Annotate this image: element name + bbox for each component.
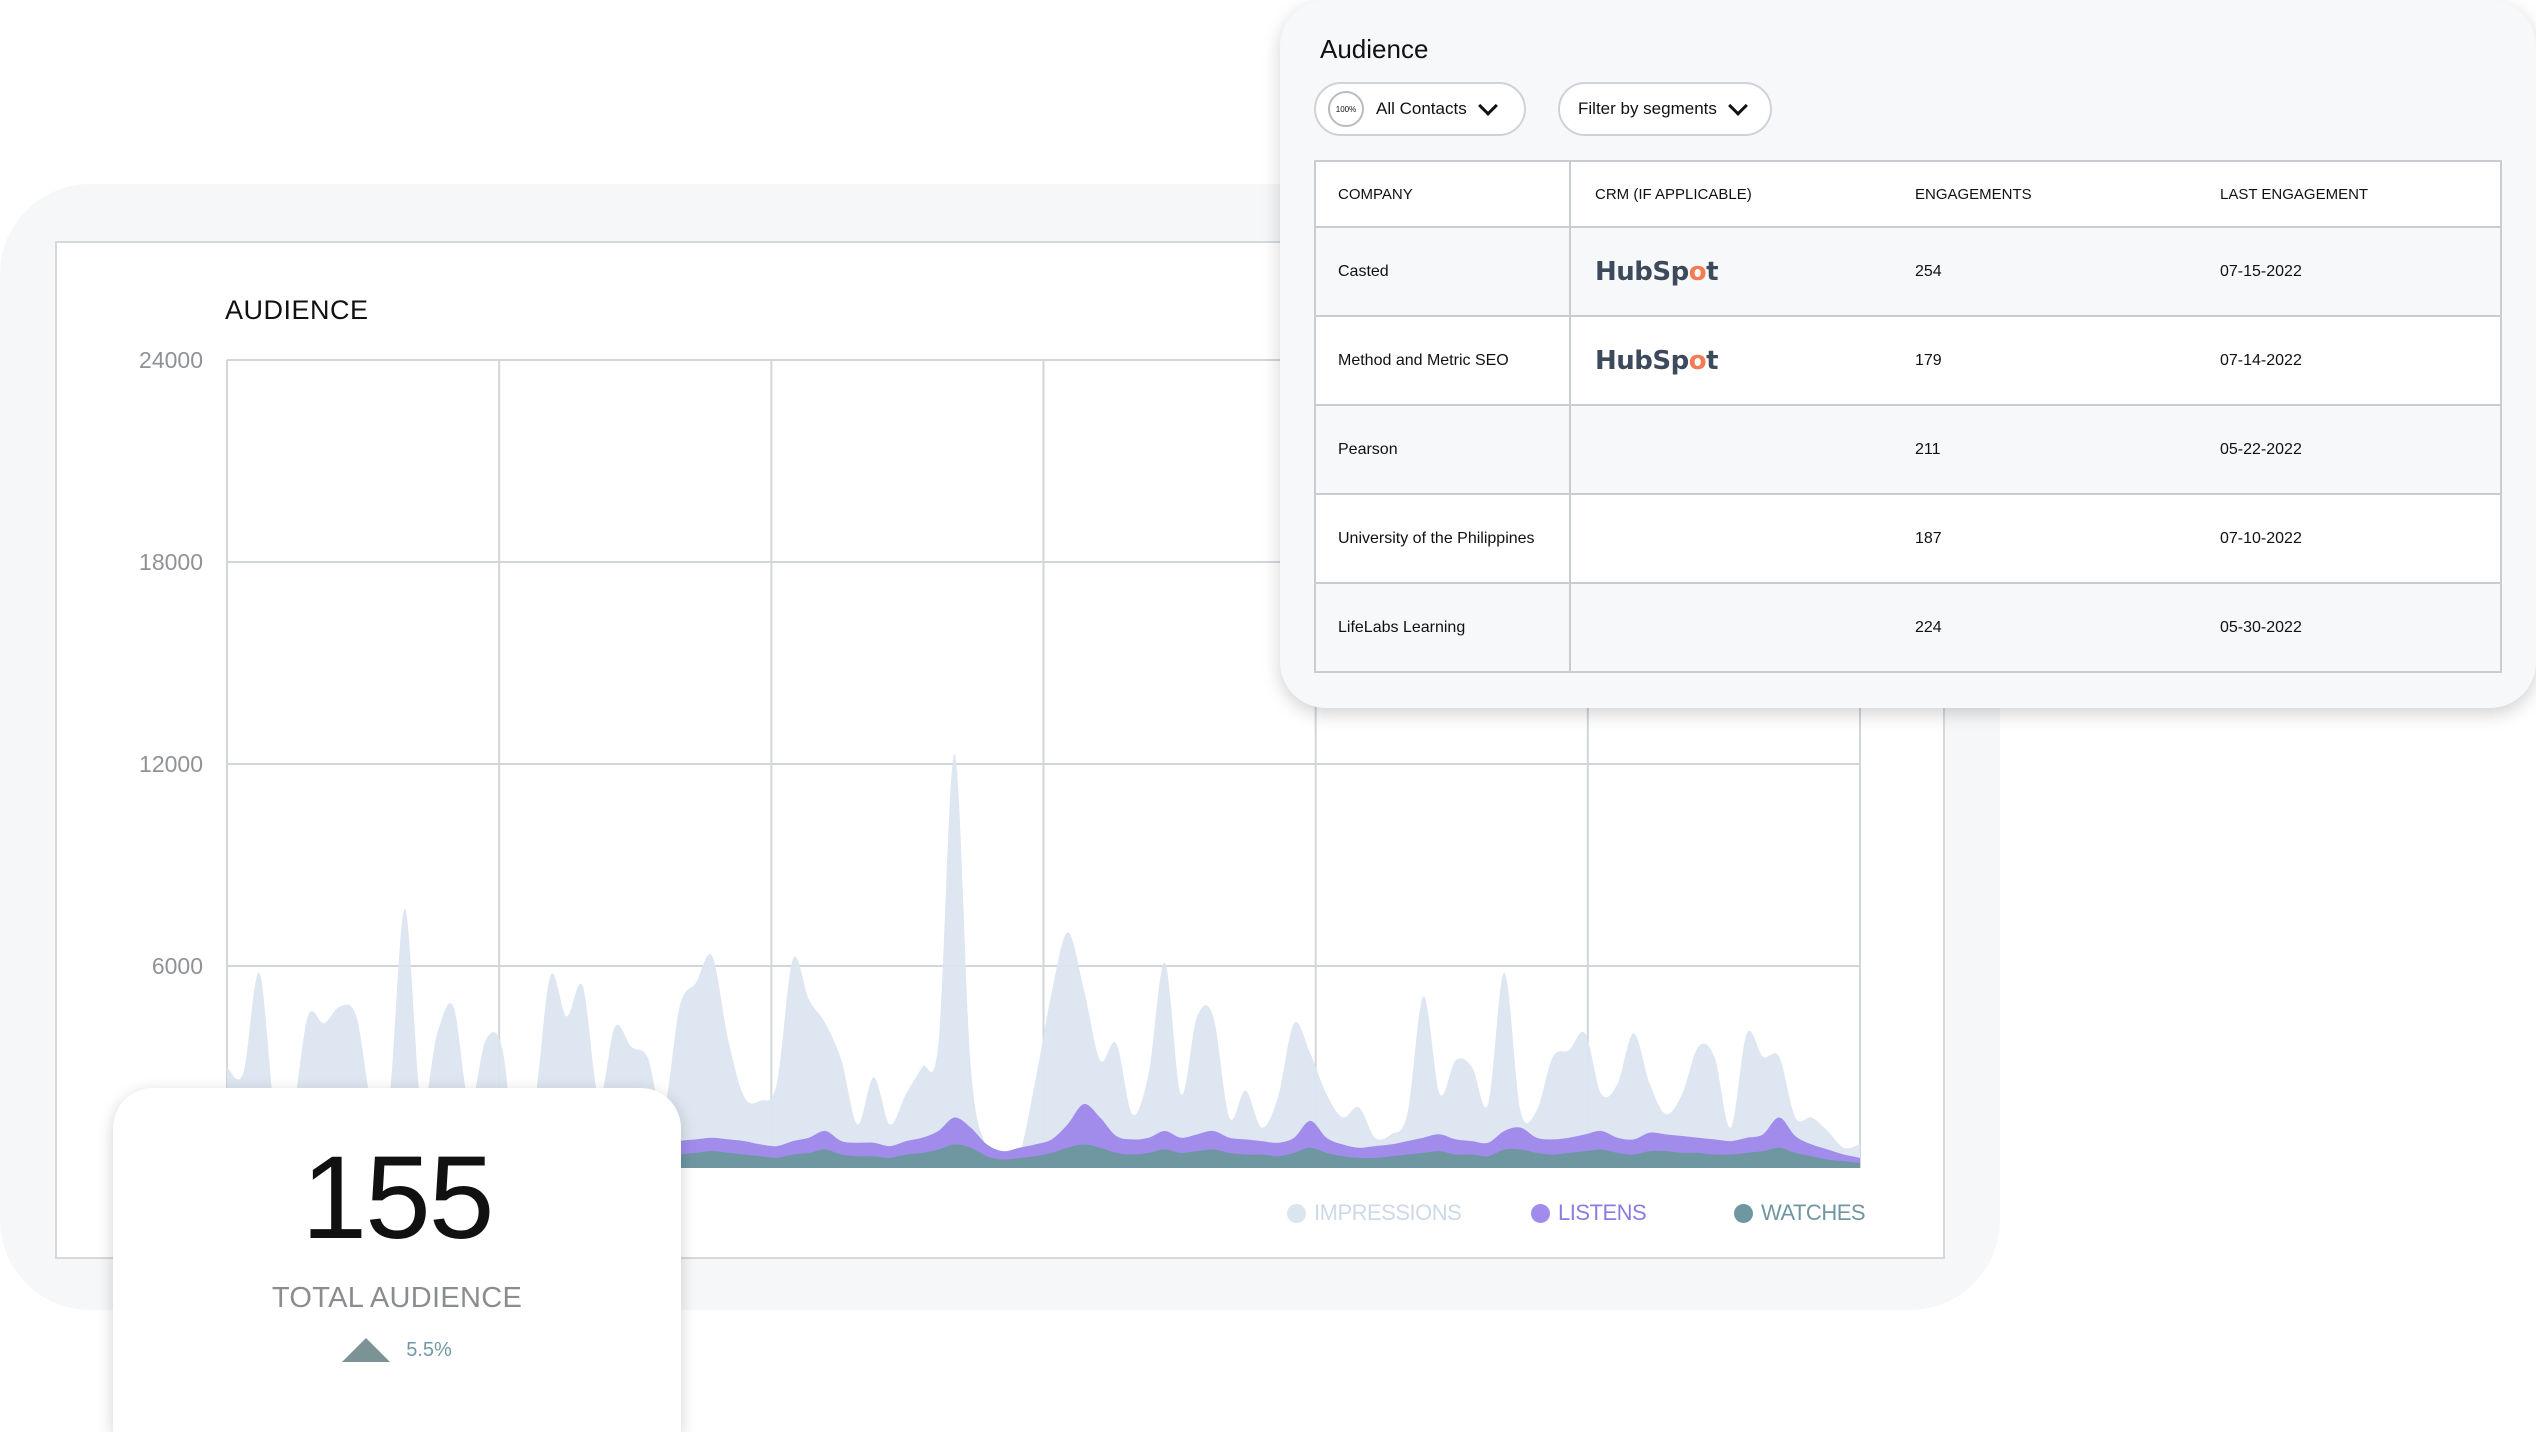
column-header-engagements[interactable]: ENGAGEMENTS [1915, 160, 2220, 228]
legend-swatch [1287, 1203, 1306, 1223]
filter-segments-dropdown[interactable]: Filter by segments [1558, 82, 1772, 136]
audience-table-card: Audience 100% All Contacts Filter by seg… [1280, 0, 2536, 708]
all-contacts-dropdown[interactable]: 100% All Contacts [1314, 82, 1526, 136]
last-engagement-cell: 07-15-2022 [2220, 226, 2502, 317]
legend-swatch [1531, 1203, 1550, 1223]
triangle-up-icon [342, 1338, 391, 1362]
company-cell: Casted [1314, 226, 1570, 317]
table-row[interactable]: LifeLabs Learning 224 05-30-2022 [1314, 582, 2502, 673]
contacts-percent-badge: 100% [1328, 91, 1364, 127]
legend-item-impressions[interactable]: IMPRESSIONS [1287, 1200, 1531, 1226]
legend-label: LISTENS [1558, 1200, 1647, 1225]
audience-change: 5.5% [113, 1338, 681, 1362]
filter-segments-label: Filter by segments [1578, 99, 1717, 118]
company-cell: Pearson [1314, 404, 1570, 495]
table-card-title: Audience [1320, 34, 1429, 64]
engagements-cell: 211 [1915, 404, 2220, 495]
audience-table: COMPANY CRM (IF APPLICABLE) ENGAGEMENTS … [1314, 160, 2502, 673]
crm-cell: HubSpot [1569, 315, 1915, 406]
total-audience-card: 155 TOTAL AUDIENCE 5.5% [113, 1088, 681, 1432]
hubspot-logo: HubSpot [1595, 256, 1719, 287]
table-header-row: COMPANY CRM (IF APPLICABLE) ENGAGEMENTS … [1314, 160, 2502, 228]
last-engagement-cell: 07-10-2022 [2220, 493, 2502, 584]
company-cell: LifeLabs Learning [1314, 582, 1570, 673]
legend-label: IMPRESSIONS [1314, 1200, 1462, 1225]
legend-item-listens[interactable]: LISTENS [1531, 1200, 1734, 1226]
audience-change-value: 5.5% [406, 1338, 452, 1361]
last-engagement-cell: 07-14-2022 [2220, 315, 2502, 406]
y-tick-label: 6000 [152, 953, 203, 979]
y-tick-label: 12000 [139, 751, 203, 777]
column-header-crm[interactable]: CRM (IF APPLICABLE) [1569, 160, 1915, 228]
engagements-cell: 187 [1915, 493, 2220, 584]
column-header-last-engagement[interactable]: LAST ENGAGEMENT [2220, 160, 2502, 228]
last-engagement-cell: 05-30-2022 [2220, 582, 2502, 673]
table-row[interactable]: Pearson 211 05-22-2022 [1314, 404, 2502, 495]
table-row[interactable]: Casted HubSpot 254 07-15-2022 [1314, 226, 2502, 317]
company-cell: Method and Metric SEO [1314, 315, 1570, 406]
total-audience-value: 155 [301, 1132, 495, 1264]
crm-cell [1569, 404, 1915, 495]
y-tick-label: 24000 [139, 347, 203, 373]
column-header-company[interactable]: COMPANY [1314, 160, 1570, 228]
engagements-cell: 224 [1915, 582, 2220, 673]
table-row[interactable]: University of the Philippines 187 07-10-20… [1314, 493, 2502, 584]
y-tick-label: 18000 [139, 549, 203, 575]
all-contacts-label: All Contacts [1376, 99, 1467, 118]
total-audience-label: TOTAL AUDIENCE [271, 1282, 523, 1314]
chart-legend: IMPRESSIONS LISTENS WATCHES [1287, 1200, 1874, 1226]
chevron-down-icon [1727, 96, 1748, 116]
crm-cell: HubSpot [1569, 226, 1915, 317]
table-row[interactable]: Method and Metric SEO HubSpot 179 07-14-202… [1314, 315, 2502, 406]
company-cell: University of the Philippines [1314, 493, 1570, 584]
chevron-down-icon [1477, 96, 1498, 116]
engagements-cell: 254 [1915, 226, 2220, 317]
hubspot-logo: HubSpot [1595, 345, 1719, 376]
engagements-cell: 179 [1915, 315, 2220, 406]
crm-cell [1569, 493, 1915, 584]
legend-label: WATCHES [1761, 1200, 1866, 1225]
legend-swatch [1734, 1203, 1753, 1223]
legend-item-watches[interactable]: WATCHES [1734, 1200, 1874, 1226]
last-engagement-cell: 05-22-2022 [2220, 404, 2502, 495]
crm-cell [1569, 582, 1915, 673]
